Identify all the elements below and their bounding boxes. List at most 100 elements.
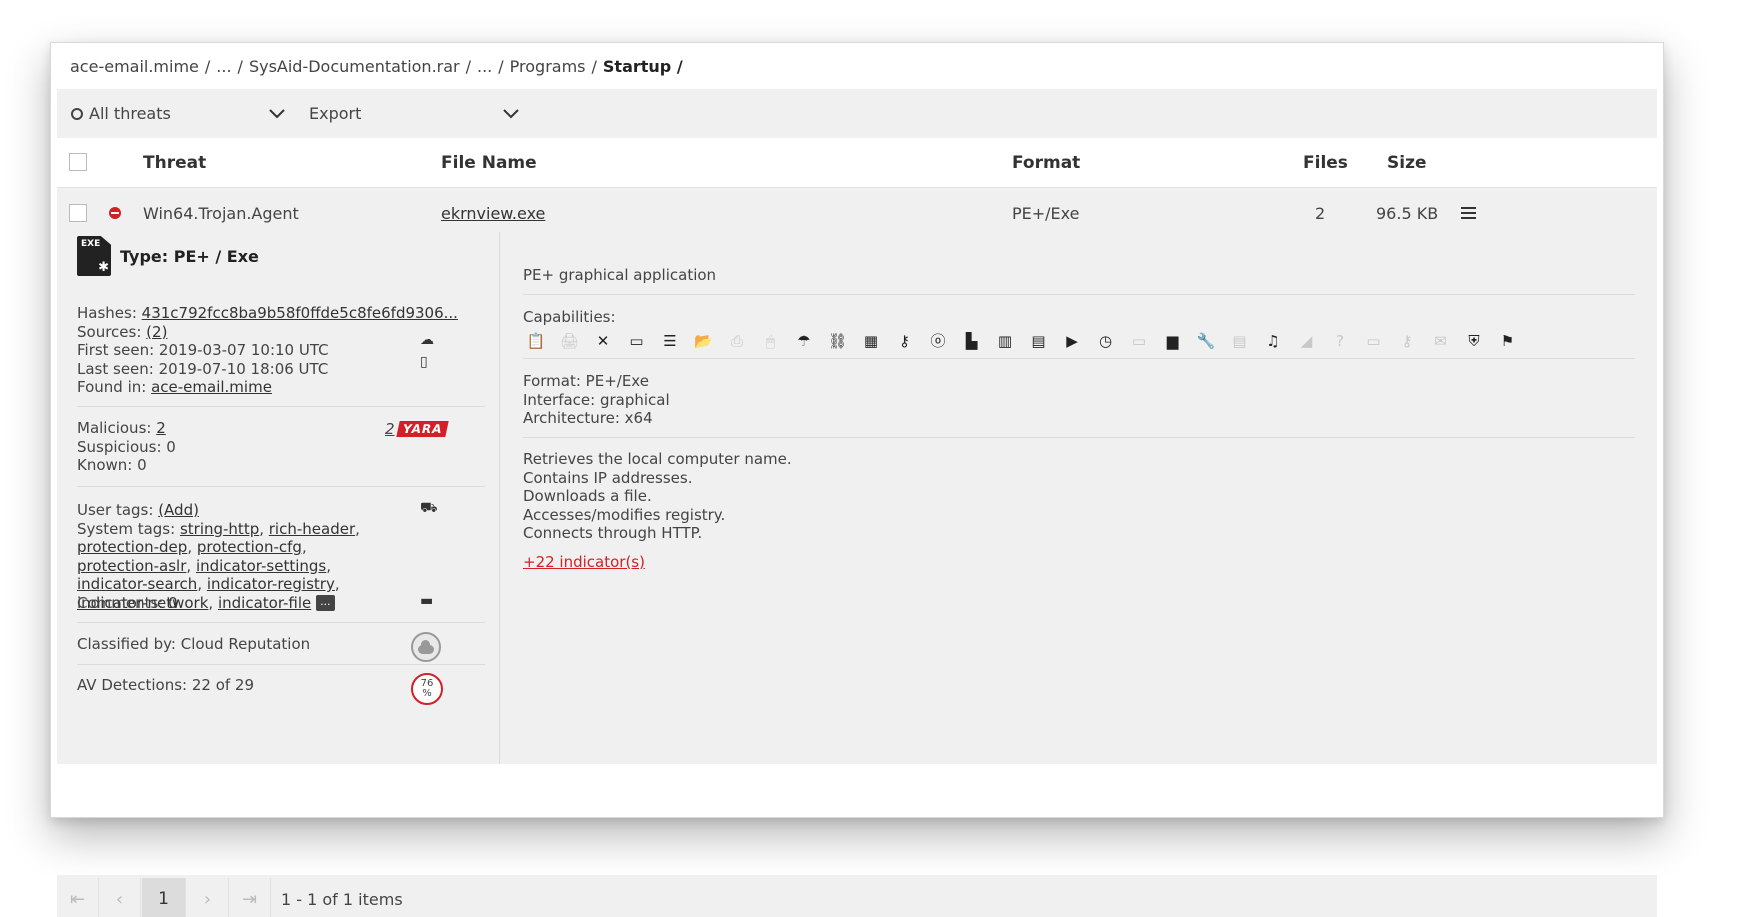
plugin-icon[interactable]: ▙ — [959, 330, 985, 352]
threat-name: Win64.Trojan.Agent — [143, 203, 299, 223]
indicator-item: Accesses/modifies registry. — [523, 505, 726, 524]
shield-icon[interactable]: ⛨ — [1461, 330, 1487, 352]
found-in-link[interactable]: ace-email.mime — [151, 378, 272, 396]
file-format: PE+/Exe — [1012, 203, 1080, 223]
last-page-icon[interactable]: ⇥ — [229, 878, 271, 917]
window-icon[interactable]: ▭ — [624, 330, 650, 352]
tag-link[interactable]: indicator-registry — [207, 575, 335, 593]
print-icon[interactable]: ⎙ — [724, 330, 750, 352]
yara-badge: YARA — [395, 421, 449, 437]
tag-link[interactable]: indicator-file — [218, 594, 311, 612]
browser-icon[interactable]: ▤ — [1026, 330, 1052, 352]
pagination: ⇤ ‹ 1 › ⇥ 1 - 1 of 1 items — [57, 875, 1657, 917]
yara-matches[interactable]: 2 YARA — [385, 420, 449, 438]
chip-icon[interactable]: ▥ — [992, 330, 1018, 352]
monitor-icon[interactable]: ▆ — [1160, 330, 1186, 352]
breadcrumb-item[interactable]: ace-email.mime — [70, 57, 199, 76]
crosshair-icon[interactable]: ✕ — [590, 330, 616, 352]
file-summary-pane: EXE ✱ Type: PE+ / Exe Hashes: 431c792fcc… — [57, 232, 500, 764]
key2-icon[interactable]: ⚷ — [1394, 330, 1420, 352]
network-icon[interactable]: ☂ — [791, 330, 817, 352]
id-card-icon[interactable]: ▭ — [1126, 330, 1152, 352]
printer-icon[interactable]: 🖨 — [557, 330, 583, 352]
column-header-format[interactable]: Format — [1012, 153, 1080, 173]
export-dropdown[interactable]: Export — [309, 104, 543, 123]
malicious-status-icon — [109, 207, 121, 219]
user-tags-label: User tags: — [77, 501, 154, 519]
mouse-icon[interactable]: 🖱 — [758, 330, 784, 352]
classified-by: Classified by: Cloud Reputation — [77, 635, 311, 653]
chevron-down-icon — [269, 108, 285, 119]
list-icon[interactable]: ☰ — [657, 330, 683, 352]
threat-filter-dropdown[interactable]: All threats — [71, 104, 309, 123]
column-header-size[interactable]: Size — [1387, 153, 1427, 173]
pagination-info: 1 - 1 of 1 items — [281, 889, 403, 909]
table-header: Threat File Name Format Files Size — [57, 138, 1657, 188]
current-page-button[interactable]: 1 — [142, 878, 186, 917]
document-icon[interactable]: ▤ — [1227, 330, 1253, 352]
breadcrumb-item[interactable]: ... — [477, 57, 492, 76]
more-indicators-link[interactable]: +22 indicator(s) — [523, 553, 645, 571]
file-name-link[interactable]: ekrnview.exe — [441, 204, 545, 223]
tag-link[interactable]: rich-header — [269, 520, 355, 538]
terminal-icon[interactable]: ▶ — [1059, 330, 1085, 352]
tag-icon[interactable]: ⛟ — [420, 500, 438, 518]
table-row[interactable]: Win64.Trojan.Agent ekrnview.exe PE+/Exe … — [57, 188, 1657, 238]
file-description: PE+ graphical application — [523, 266, 717, 284]
comments-label: Comments: — [77, 593, 164, 612]
tag-link[interactable]: indicator-search — [77, 575, 197, 593]
menu-icon[interactable] — [1461, 207, 1476, 219]
comments-link[interactable]: 0 — [168, 594, 178, 612]
more-tags-button[interactable]: ... — [316, 595, 335, 611]
screen-icon[interactable]: ▭ — [1361, 330, 1387, 352]
clipboard-icon[interactable]: 📋 — [523, 330, 549, 352]
breadcrumb-item[interactable]: Programs — [510, 57, 586, 76]
toolbar: All threats Export — [57, 89, 1657, 138]
capabilities-bar: 📋 🖨 ✕ ▭ ☰ 📂 ⎙ 🖱 ☂ ⛓ ▦ ⚷ ⓞ ▙ ▥ ▤ ▶ ◷ ▭ ▆ 🔧 ▤ ♫ ◢? ▭ ⚷ ✉ ⛨ ⚑ — [523, 330, 1528, 352]
flag-icon[interactable]: ⚑ — [1495, 330, 1521, 352]
os-icon[interactable]: ⓞ — [925, 330, 951, 352]
previous-page-icon[interactable]: ‹ — [99, 878, 141, 917]
av-detection-gauge: 76 % — [411, 673, 443, 705]
mail-icon[interactable]: ✉ — [1428, 330, 1454, 352]
gear-icon: ✱ — [98, 260, 109, 275]
folder-icon[interactable]: 📂 — [691, 330, 717, 352]
hashes-link[interactable]: 431c792fcc8ba9b58f0ffde5c8fe6fd9306... — [142, 304, 458, 322]
sources-link[interactable]: (2) — [146, 323, 167, 341]
select-all-checkbox[interactable] — [69, 153, 87, 171]
clock-icon[interactable]: ◷ — [1093, 330, 1119, 352]
tag-link[interactable]: protection-dep — [77, 538, 187, 556]
row-checkbox[interactable] — [69, 204, 87, 222]
tag-link[interactable]: string-http — [180, 520, 259, 538]
wrench-icon[interactable]: 🔧 — [1193, 330, 1219, 352]
file-analysis-pane: PE+ graphical application Capabilities: … — [501, 232, 1657, 764]
tag-link[interactable]: protection-aslr — [77, 557, 186, 575]
help-icon[interactable]: ? — [1327, 330, 1353, 352]
first-page-icon[interactable]: ⇤ — [57, 878, 99, 917]
threat-filter-label: All threats — [89, 104, 171, 123]
camera-icon[interactable]: ◢ — [1294, 330, 1320, 352]
breadcrumb-current: Startup / — [602, 56, 683, 76]
tree-icon[interactable]: ⛓ — [825, 330, 851, 352]
found-in-label: Found in: — [77, 378, 147, 396]
tag-link[interactable]: indicator-settings — [196, 557, 326, 575]
threat-details-panel: EXE ✱ Type: PE+ / Exe Hashes: 431c792fcc… — [57, 232, 1657, 917]
column-header-threat[interactable]: Threat — [143, 153, 206, 173]
breadcrumb-item[interactable]: SysAid-Documentation.rar — [249, 57, 460, 76]
next-page-icon[interactable]: › — [187, 878, 229, 917]
key-icon[interactable]: ⚷ — [892, 330, 918, 352]
export-label: Export — [309, 104, 362, 123]
column-header-file-name[interactable]: File Name — [441, 153, 537, 173]
add-user-tag-link[interactable]: (Add) — [158, 501, 199, 519]
column-header-files[interactable]: Files — [1303, 153, 1348, 173]
circle-icon — [71, 107, 83, 120]
breadcrumb-item[interactable]: ... — [216, 57, 231, 76]
comment-icon[interactable]: ▬ — [420, 593, 433, 609]
chevron-down-icon — [503, 108, 519, 119]
memory-icon[interactable]: ▦ — [858, 330, 884, 352]
cloud-icon: ☁ — [420, 332, 434, 348]
music-icon[interactable]: ♫ — [1260, 330, 1286, 352]
cloud-reputation-icon — [411, 632, 441, 662]
tag-link[interactable]: protection-cfg — [197, 538, 302, 556]
malicious-link[interactable]: 2 — [156, 419, 166, 437]
